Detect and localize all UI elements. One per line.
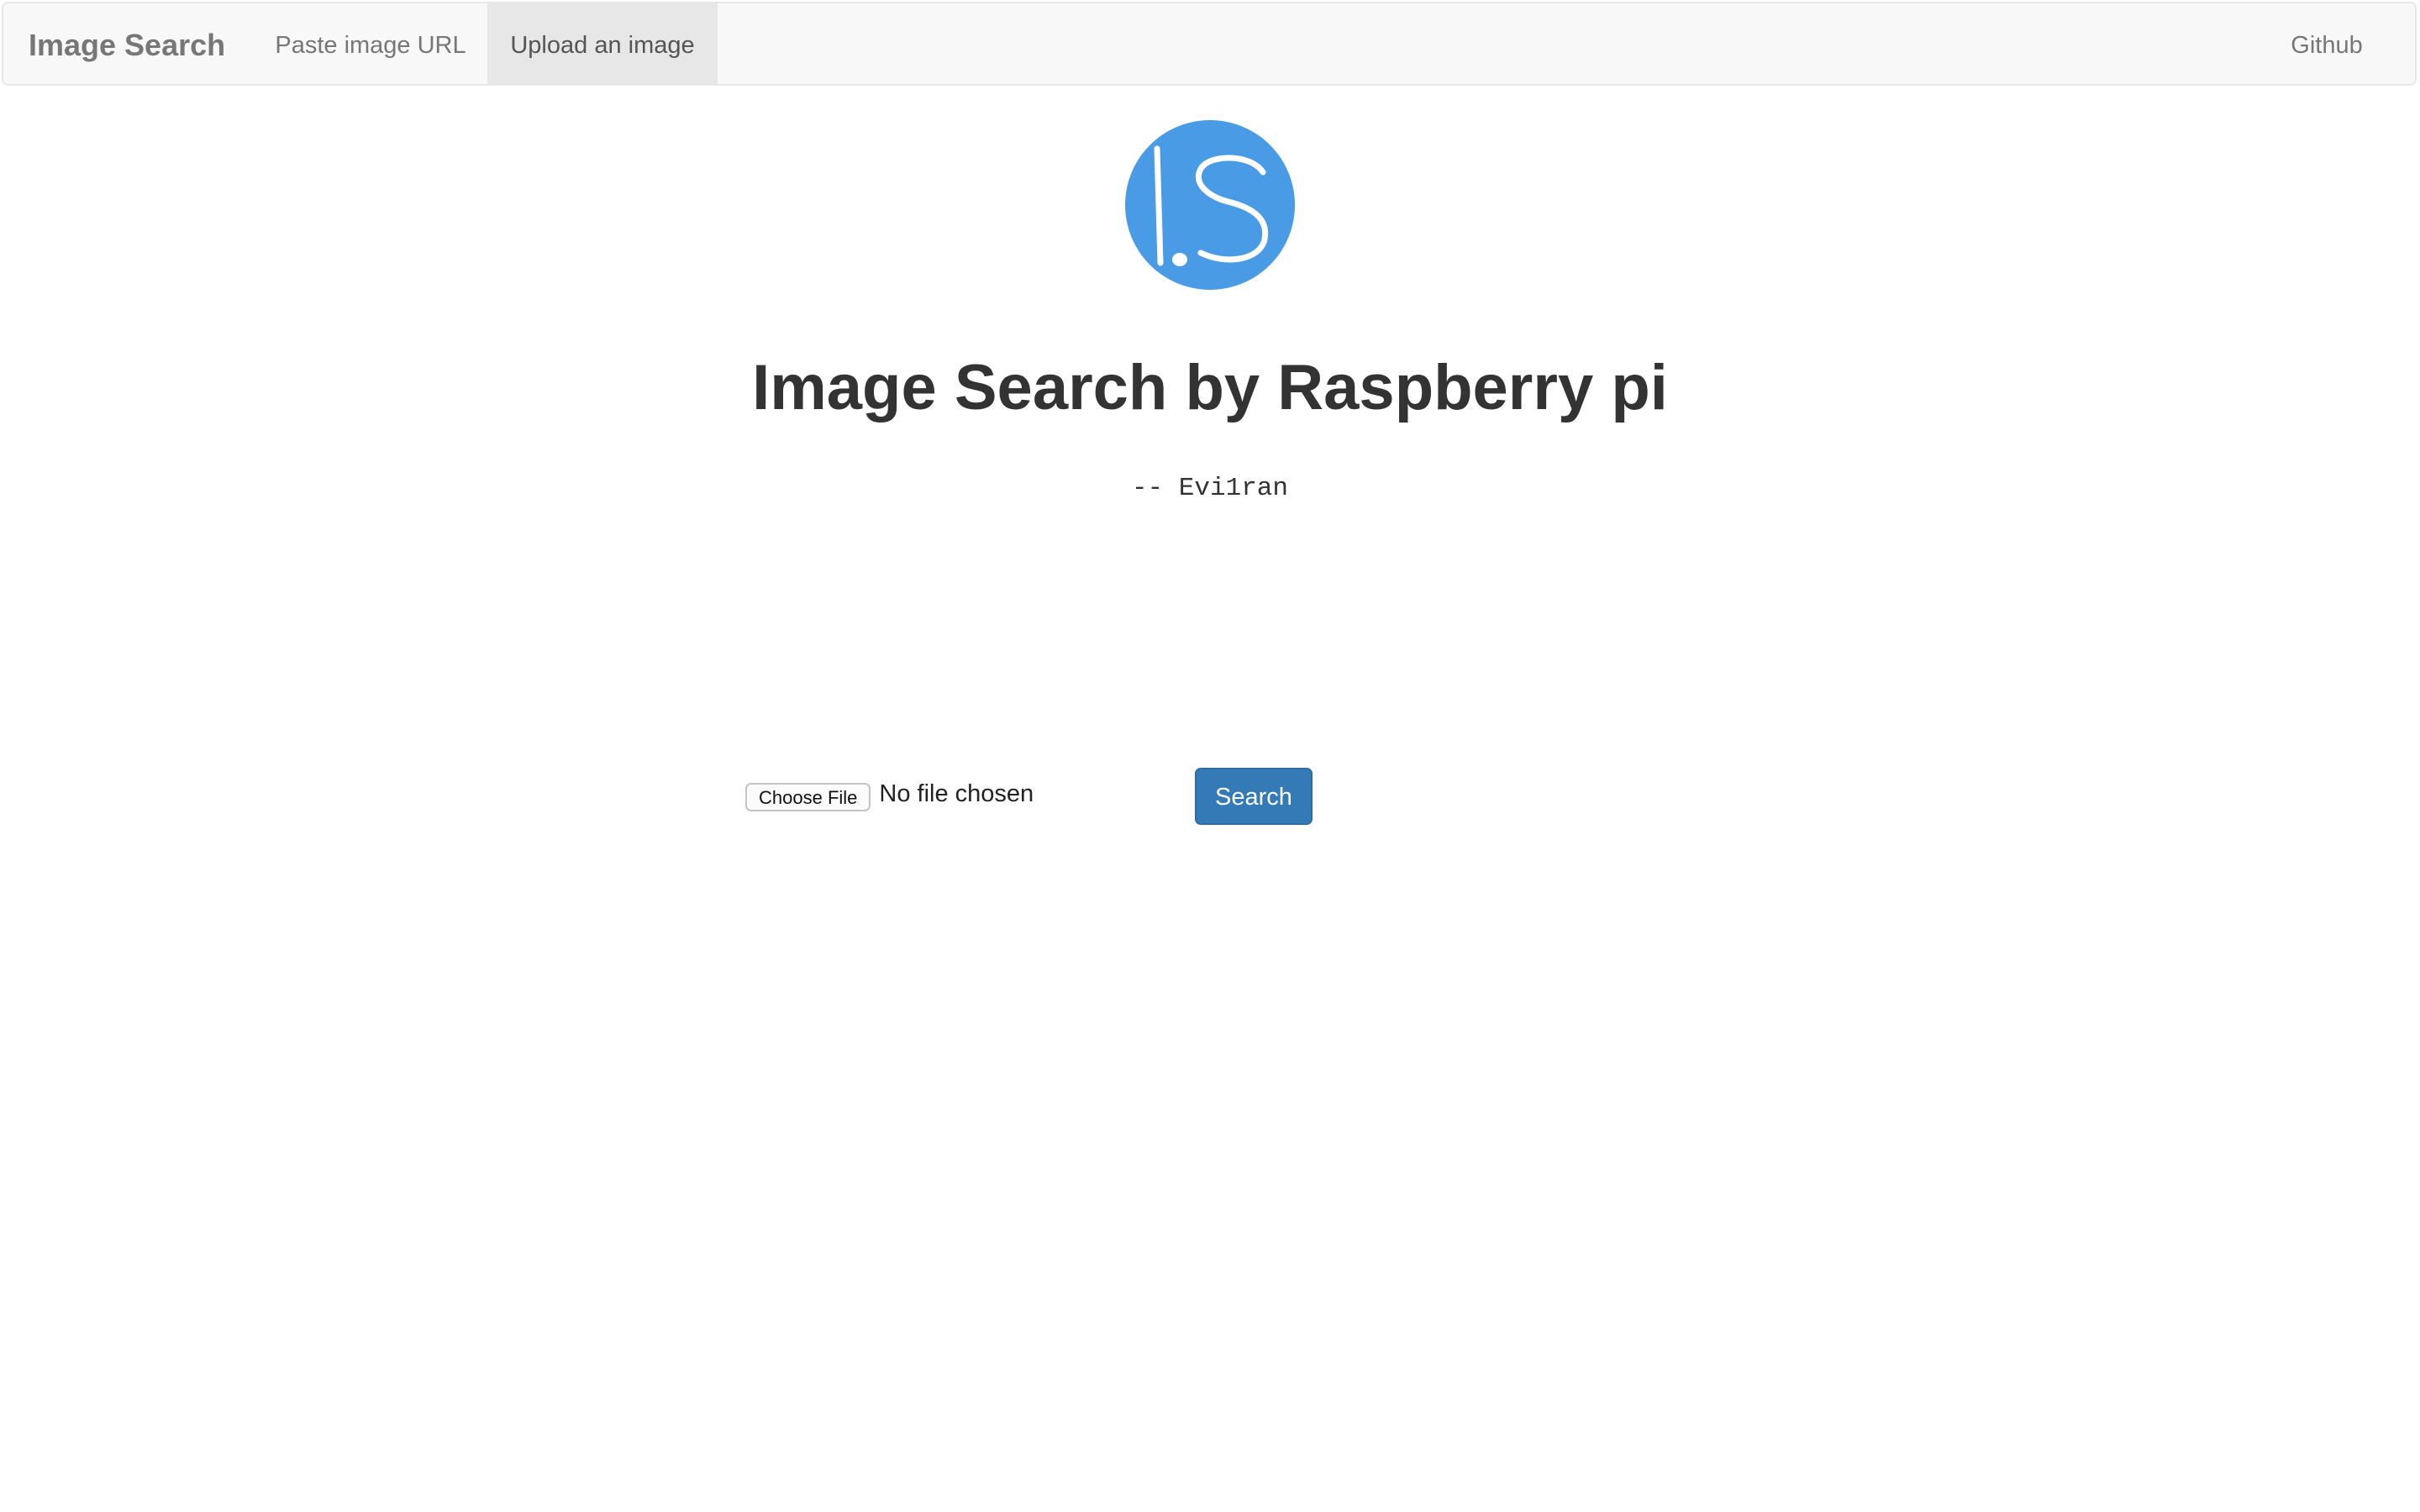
file-input[interactable]: Choose File No file chosen: [745, 780, 1034, 811]
page-title: Image Search by Raspberry pi: [752, 352, 1668, 423]
nav-item-paste-image-url[interactable]: Paste image URL: [254, 3, 487, 86]
file-status-text: No file chosen: [879, 780, 1034, 807]
navbar-brand[interactable]: Image Search: [29, 3, 225, 87]
nav-item-upload-image[interactable]: Upload an image: [487, 3, 718, 86]
search-button[interactable]: Search: [1195, 768, 1313, 825]
image-search-logo-icon: [1125, 120, 1295, 290]
choose-file-button[interactable]: Choose File: [745, 783, 871, 811]
author-credit: -- Evi1ran: [1131, 474, 1289, 503]
top-navbar: Image Search Paste image URL Upload an i…: [2, 2, 2417, 86]
nav-link-github[interactable]: Github: [2264, 3, 2390, 86]
